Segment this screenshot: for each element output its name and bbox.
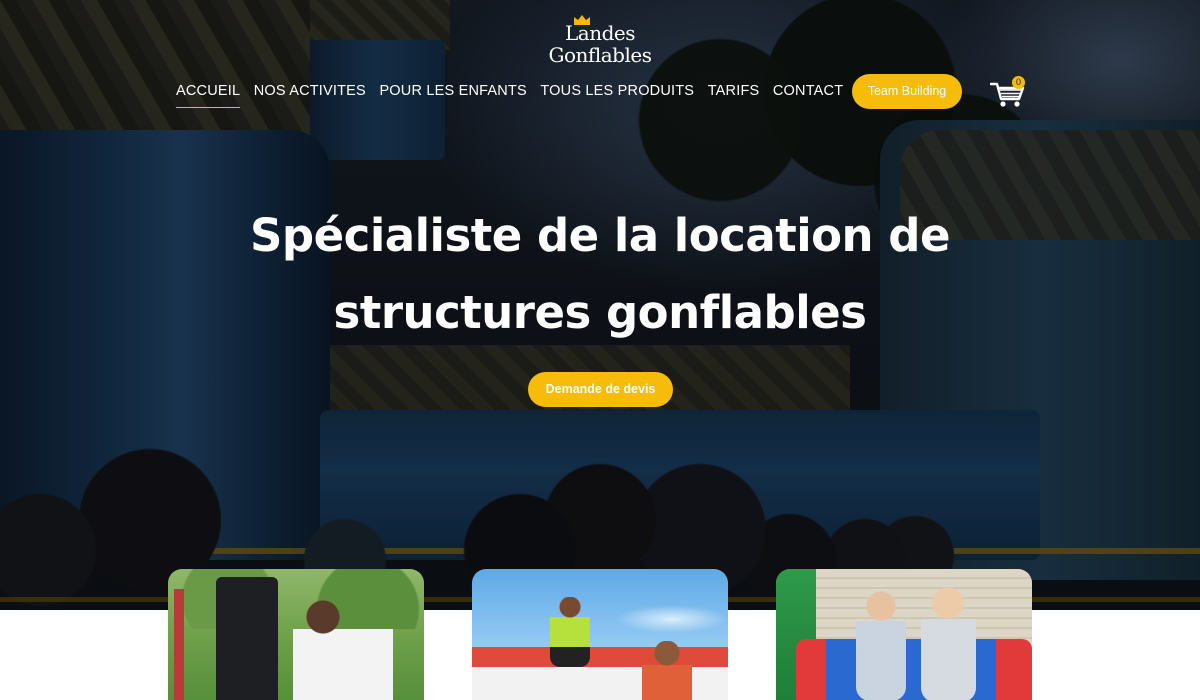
nav-item-nos-activites[interactable]: NOS ACTIVITES xyxy=(254,80,366,108)
card-image-clouds xyxy=(472,599,728,639)
card-image-child2 xyxy=(921,587,976,700)
card-image-slide xyxy=(796,639,1032,700)
card-inflatable-game[interactable] xyxy=(472,569,728,700)
logo-line2: Gonflables xyxy=(548,43,652,67)
nav-item-contact[interactable]: CONTACT xyxy=(773,80,843,108)
hero-title: Spécialiste de la location de structures… xyxy=(150,197,1050,351)
card-image-child1 xyxy=(856,591,906,700)
nav-item-tarifs[interactable]: TARIFS xyxy=(708,80,760,108)
card-image-bag xyxy=(216,577,278,700)
card-image-player1 xyxy=(550,597,590,667)
card-image-frame xyxy=(174,589,184,700)
card-image-player2 xyxy=(642,641,692,700)
nav-item-tous-les-produits[interactable]: TOUS LES PRODUITS xyxy=(540,80,694,108)
hero-title-line2: structures gonflables xyxy=(333,286,867,339)
cart-button[interactable]: 0 xyxy=(990,76,1030,110)
card-kids-slide[interactable] xyxy=(776,569,1032,700)
nav-item-pour-les-enfants[interactable]: POUR LES ENFANTS xyxy=(379,80,526,108)
logo-line1: Landes xyxy=(565,21,636,45)
cart-count-badge: 0 xyxy=(1012,76,1025,89)
site-logo[interactable]: Landes Gonflables xyxy=(545,14,655,70)
card-image-person xyxy=(293,599,393,700)
team-building-button[interactable]: Team Building xyxy=(852,74,962,109)
card-team-activity[interactable] xyxy=(168,569,424,700)
landing-page: Landes Gonflables ACCUEIL NOS ACTIVITES … xyxy=(0,0,1200,700)
nav-item-accueil[interactable]: ACCUEIL xyxy=(176,80,241,108)
hero-title-line1: Spécialiste de la location de xyxy=(250,209,950,262)
quote-request-button[interactable]: Demande de devis xyxy=(528,372,673,407)
main-nav: ACCUEIL NOS ACTIVITES POUR LES ENFANTS T… xyxy=(176,80,857,108)
